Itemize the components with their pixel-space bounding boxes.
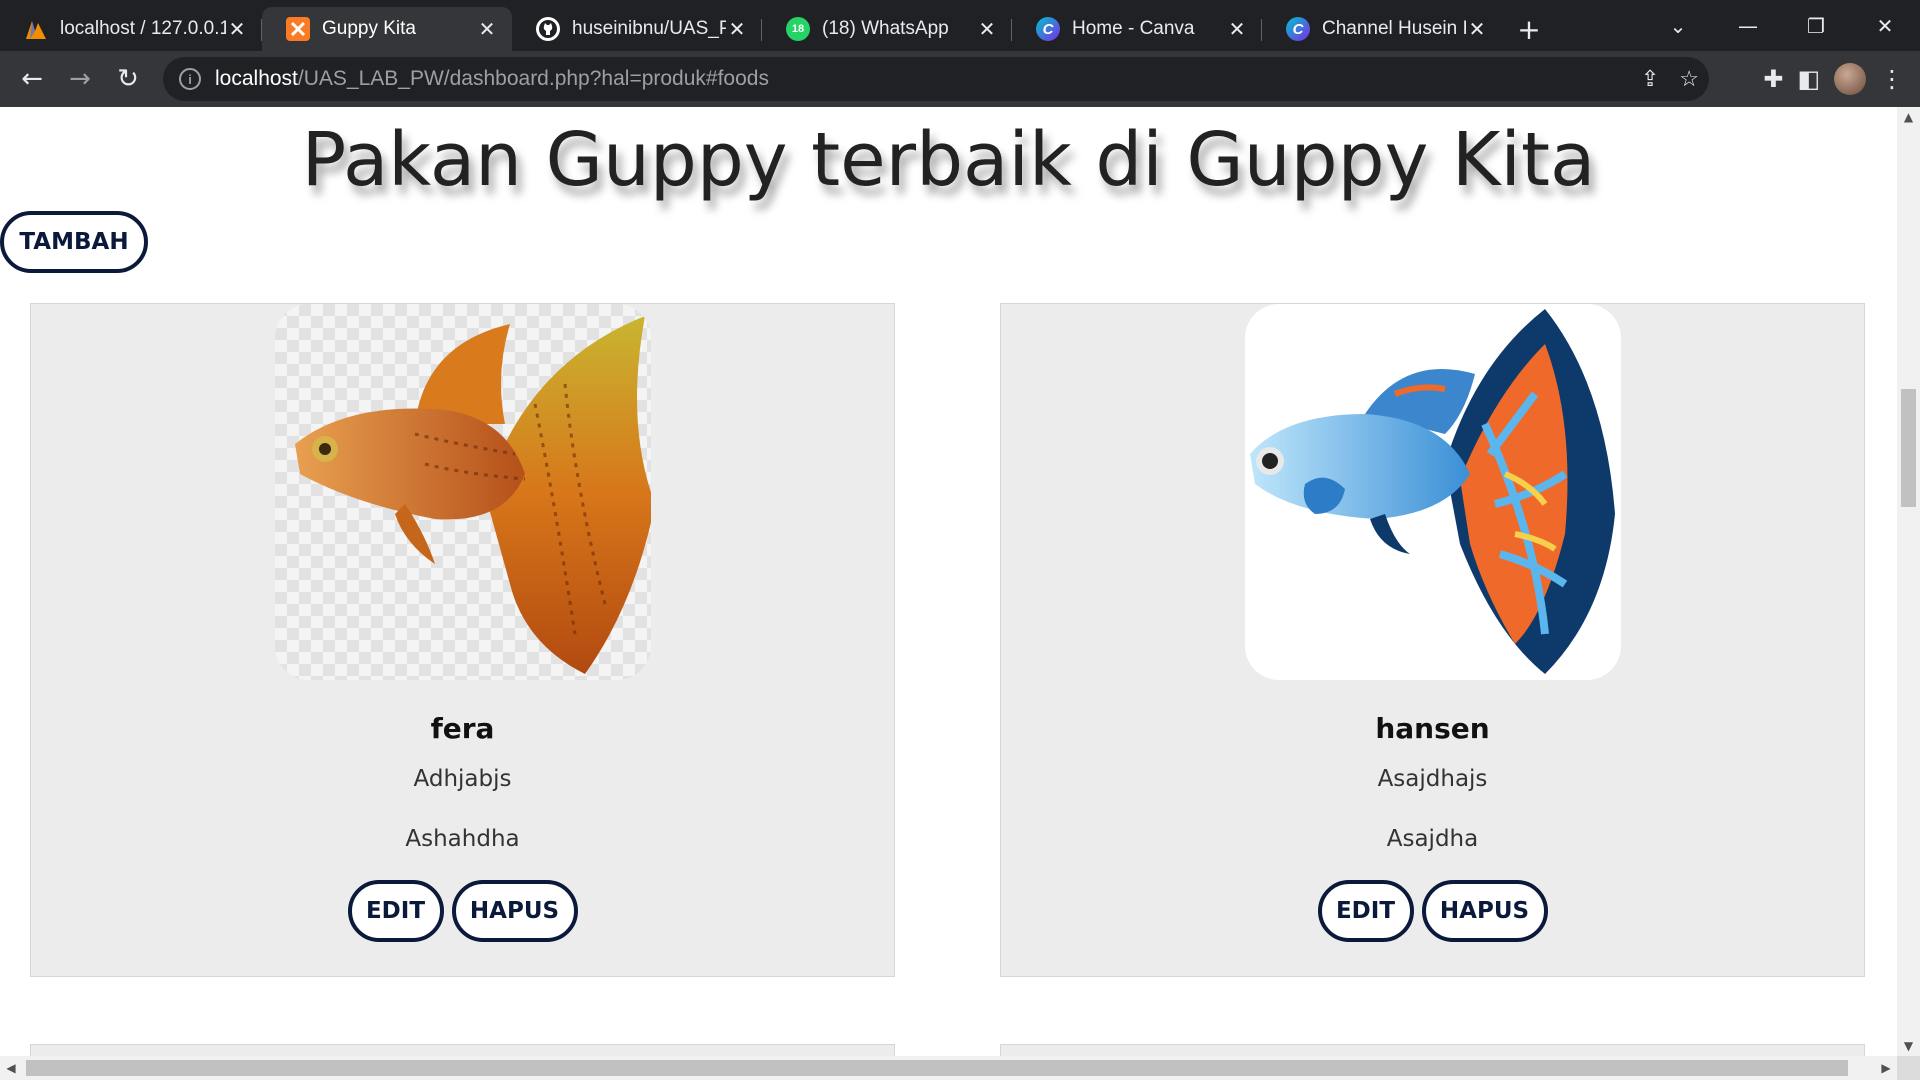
phpmyadmin-icon [24,17,48,41]
product-detail: Ashahdha [405,826,520,852]
tab-channel-husein[interactable]: C Channel Husein Ibnu ✕ [1262,7,1502,51]
scroll-right-arrow-icon[interactable]: ▶ [1875,1056,1897,1080]
forward-arrow-icon[interactable]: → [56,55,104,103]
scroll-up-arrow-icon[interactable]: ▲ [1897,107,1920,127]
tab-title: localhost / 127.0.0.1 [60,18,226,39]
browser-toolbar: ← → ↻ i localhost/UAS_LAB_PW/dashboard.p… [0,51,1920,107]
side-panel-icon[interactable]: ◧ [1797,65,1820,93]
whatsapp-icon: 18 [786,17,810,41]
back-arrow-icon[interactable]: ← [8,55,56,103]
bookmark-star-icon[interactable]: ☆ [1679,66,1699,92]
github-icon [536,17,560,41]
close-icon[interactable]: ✕ [1226,17,1248,42]
tab-title: (18) WhatsApp [822,18,949,39]
product-name: hansen [1375,712,1490,745]
horizontal-scroll-thumb[interactable] [26,1060,1848,1076]
add-product-button[interactable]: TAMBAH [0,211,148,273]
page-viewport: Pakan Guppy terbaik di Guppy Kita TAMBAH [0,107,1897,1056]
vertical-scrollbar[interactable]: ▲ ▼ [1897,107,1920,1056]
product-name: fera [430,712,495,745]
tab-github[interactable]: huseinibnu/UAS_PW ✕ [512,7,762,51]
tab-search-chevron-icon[interactable]: ⌄ [1643,0,1713,51]
scroll-left-arrow-icon[interactable]: ◀ [0,1056,22,1080]
product-card-partial [1000,1044,1865,1056]
minimize-icon[interactable]: — [1713,0,1783,51]
canva-icon: C [1036,17,1060,41]
tab-canva-home[interactable]: C Home - Canva ✕ [1012,7,1262,51]
product-description: Asajdhajs [1377,766,1488,792]
tab-title: Home - Canva [1072,18,1195,39]
tab-whatsapp[interactable]: 18 (18) WhatsApp ✕ [762,7,1012,51]
vertical-scroll-thumb[interactable] [1901,389,1916,507]
delete-button[interactable]: HAPUS [1421,880,1548,942]
reload-icon[interactable]: ↻ [104,55,152,103]
close-icon[interactable]: ✕ [976,17,998,42]
page-title: Pakan Guppy terbaik di Guppy Kita [301,117,1596,203]
tab-title: huseinibnu/UAS_PW [572,18,726,39]
edit-button[interactable]: EDIT [1317,880,1414,942]
product-image [275,304,651,680]
close-icon[interactable]: ✕ [1466,17,1488,42]
new-tab-button[interactable]: + [1506,7,1552,51]
close-icon[interactable]: ✕ [726,17,748,42]
product-card: hansen Asajdhajs Asajdha EDIT HAPUS [1000,303,1865,977]
product-card-partial [30,1044,895,1056]
canva-icon: C [1286,17,1310,41]
info-icon[interactable]: i [179,68,201,90]
scroll-down-arrow-icon[interactable]: ▼ [1897,1036,1920,1056]
close-icon[interactable]: ✕ [476,17,498,42]
tab-guppy-kita[interactable]: Guppy Kita ✕ [262,7,512,51]
horizontal-scrollbar[interactable]: ◀ ▶ [0,1056,1897,1080]
product-image [1245,304,1621,680]
extensions-puzzle-icon[interactable]: ✚ [1763,65,1783,93]
product-detail: Asajdha [1386,826,1479,852]
scrollbar-corner [1897,1056,1920,1080]
delete-button[interactable]: HAPUS [451,880,578,942]
window-close-icon[interactable]: ✕ [1850,0,1920,51]
tab-title: Guppy Kita [322,18,416,39]
profile-avatar[interactable] [1834,63,1866,95]
tab-localhost-phpmyadmin[interactable]: localhost / 127.0.0.1 ✕ [0,7,262,51]
menu-kebab-icon[interactable]: ⋮ [1880,65,1904,93]
product-card: fera Adhjabjs Ashahdha EDIT HAPUS [30,303,895,977]
close-icon[interactable]: ✕ [226,17,248,42]
product-description: Adhjabjs [413,766,512,792]
browser-tab-strip: localhost / 127.0.0.1 ✕ Guppy Kita ✕ hus… [0,0,1920,51]
edit-button[interactable]: EDIT [347,880,444,942]
xampp-icon [286,17,310,41]
tab-title: Channel Husein Ibnu [1322,18,1466,39]
address-bar[interactable]: i localhost/UAS_LAB_PW/dashboard.php?hal… [163,57,1709,101]
url-path: /UAS_LAB_PW/dashboard.php?hal=produk#foo… [297,67,769,90]
url-host: localhost [215,67,298,90]
share-icon[interactable]: ⇪ [1641,66,1659,92]
restore-icon[interactable]: ❐ [1781,0,1851,51]
